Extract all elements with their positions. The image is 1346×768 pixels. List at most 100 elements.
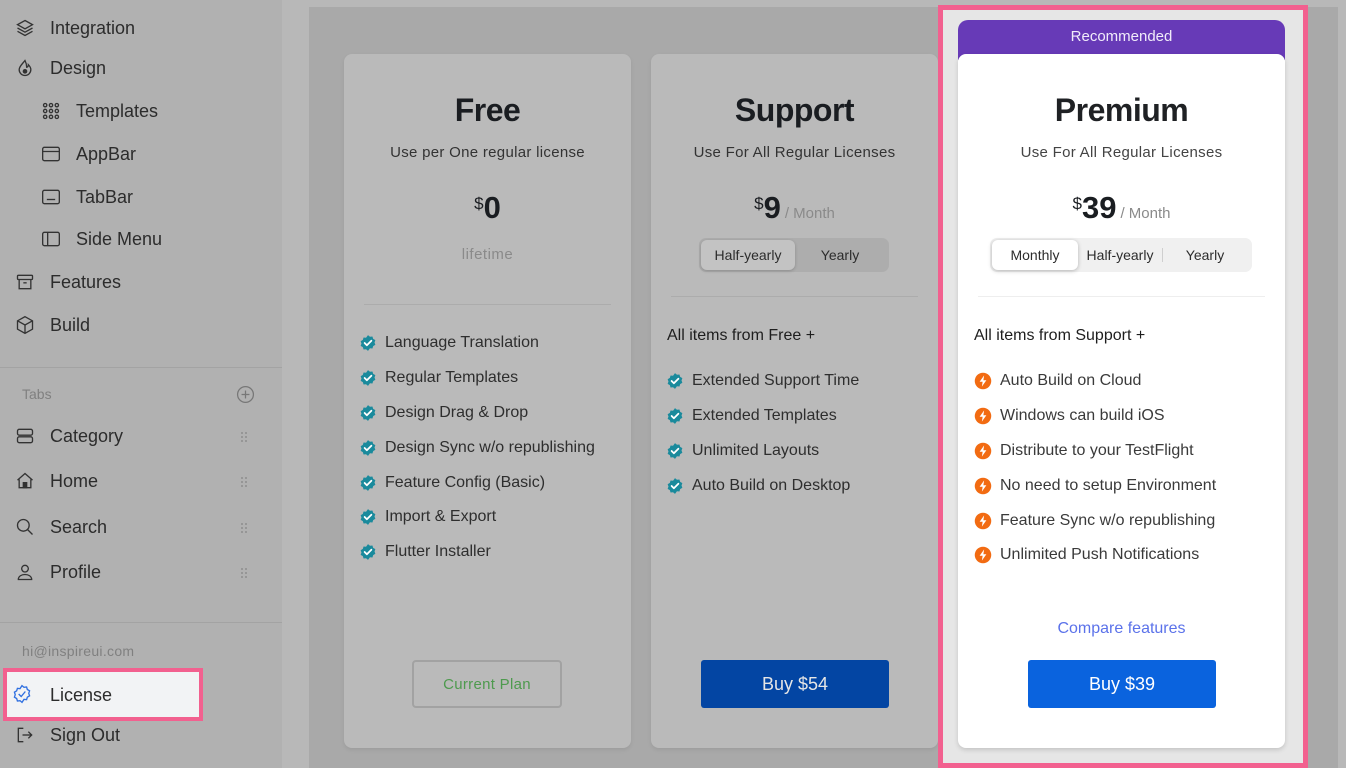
appbar-icon xyxy=(40,143,62,165)
sidebar-item-label: Side Menu xyxy=(76,228,163,249)
sidebar-item-templates[interactable]: Templates xyxy=(40,93,158,129)
billing-toggle: Monthly Half-yearly Yearly xyxy=(990,238,1252,272)
feature-item: Regular Templates xyxy=(359,361,595,396)
layers-icon xyxy=(14,17,36,39)
drag-handle-icon[interactable] xyxy=(240,431,248,443)
sidebar-item-sign-out[interactable]: Sign Out xyxy=(14,717,120,753)
billing-option-yearly[interactable]: Yearly xyxy=(1163,240,1247,270)
tab-item-label: Profile xyxy=(50,561,102,582)
feature-label: Design Drag & Drop xyxy=(385,403,529,421)
feature-label: Unlimited Layouts xyxy=(692,441,820,459)
sidebar-item-build[interactable]: Build xyxy=(14,307,90,343)
plan-subtitle: Use For All Regular Licenses xyxy=(1020,144,1223,161)
tab-item-label: Search xyxy=(50,516,108,537)
price-period: / Month xyxy=(1120,205,1171,222)
bolt-icon xyxy=(974,477,992,495)
plan-card-free: Free Use per One regular license $0 life… xyxy=(344,54,631,748)
verified-check-icon xyxy=(667,373,683,390)
verified-check-icon xyxy=(360,474,376,491)
feature-item: Flutter Installer xyxy=(359,535,595,570)
sidebar-item-license[interactable]: License xyxy=(12,676,112,714)
feature-item: Language Translation xyxy=(359,326,595,361)
price-amount: 0 xyxy=(483,190,501,225)
verified-badge-icon xyxy=(12,684,34,706)
billing-option-monthly[interactable]: Monthly xyxy=(992,240,1078,270)
sidebar-item-label: Design xyxy=(50,57,107,78)
drag-handle-icon[interactable] xyxy=(240,522,248,534)
billing-option-yearly[interactable]: Yearly xyxy=(795,240,885,270)
tab-item-category[interactable]: Category xyxy=(14,418,123,454)
feature-label: Language Translation xyxy=(385,334,539,352)
billing-option-half-yearly[interactable]: Half-yearly xyxy=(1078,240,1162,270)
feature-list: Extended Support Time Extended Templates U… xyxy=(666,364,859,503)
plan-period-note: lifetime xyxy=(461,246,514,263)
plan-subtitle: Use For All Regular Licenses xyxy=(693,144,896,161)
feature-label: Auto Build on Cloud xyxy=(1000,372,1142,390)
feature-item: Design Sync w/o republishing xyxy=(359,430,595,465)
feature-item: Unlimited Layouts xyxy=(666,434,859,469)
feature-label: Design Sync w/o republishing xyxy=(385,438,595,456)
add-tab-icon[interactable] xyxy=(236,385,255,404)
compare-features-link[interactable]: Compare features xyxy=(958,620,1285,638)
feature-list: Auto Build on Cloud Windows can build iOS… xyxy=(974,364,1216,573)
feature-label: Distribute to your TestFlight xyxy=(1000,441,1194,459)
plan-subtitle: Use per One regular license xyxy=(390,144,585,161)
drag-handle-icon[interactable] xyxy=(240,567,248,579)
feature-item: Design Drag & Drop xyxy=(359,396,595,431)
sidebar-item-label: Integration xyxy=(50,17,136,38)
currency-symbol: $ xyxy=(754,194,764,213)
verified-check-icon xyxy=(667,477,683,494)
sidebar-divider xyxy=(0,367,282,368)
bolt-icon xyxy=(974,547,992,564)
currency-symbol: $ xyxy=(1072,194,1082,213)
plan-divider xyxy=(978,296,1265,297)
current-plan-button[interactable]: Current Plan xyxy=(412,660,562,708)
sidebar-item-label: Build xyxy=(50,314,91,335)
archive-icon xyxy=(14,271,36,293)
feature-label: Extended Templates xyxy=(692,407,837,425)
price-amount: 39 xyxy=(1081,190,1117,225)
sidebar-item-label: Features xyxy=(50,271,122,292)
grid-dots-icon xyxy=(40,100,62,122)
tabs-section-label: Tabs xyxy=(22,386,52,402)
buy-premium-button[interactable]: Buy $39 xyxy=(1028,660,1216,708)
plan-card-premium: Premium Use For All Regular Licenses $39… xyxy=(958,54,1285,748)
sidebar-item-side-menu[interactable]: Side Menu xyxy=(40,221,162,257)
sidebar-item-features[interactable]: Features xyxy=(14,264,121,300)
tab-item-home[interactable]: Home xyxy=(14,463,98,499)
main-right-gutter xyxy=(1338,0,1346,768)
price-amount: 9 xyxy=(763,190,781,225)
price-period: / Month xyxy=(784,205,835,222)
tab-item-profile[interactable]: Profile xyxy=(14,554,101,590)
drag-handle-icon[interactable] xyxy=(240,476,248,488)
user-email: hi@inspireui.com xyxy=(22,643,135,659)
plan-price: $0 xyxy=(344,190,631,226)
sidebar-divider xyxy=(0,622,282,623)
sidebar-item-design[interactable]: Design xyxy=(14,50,106,86)
tab-item-search[interactable]: Search xyxy=(14,509,107,545)
verified-check-icon xyxy=(360,405,376,421)
billing-option-half-yearly[interactable]: Half-yearly xyxy=(701,240,795,270)
feature-item: Auto Build on Cloud xyxy=(974,364,1216,399)
feature-label: Flutter Installer xyxy=(385,543,491,561)
verified-check-icon xyxy=(360,370,376,387)
verified-check-icon xyxy=(667,443,683,459)
main-gutter xyxy=(282,0,309,768)
sidebar-item-tabbar[interactable]: TabBar xyxy=(40,179,133,215)
feature-label: Import & Export xyxy=(385,508,497,526)
buy-support-button[interactable]: Buy $54 xyxy=(701,660,889,708)
tabbar-icon xyxy=(40,186,62,208)
feature-item: Import & Export xyxy=(359,500,595,535)
plan-divider xyxy=(671,296,918,297)
feature-label: Feature Config (Basic) xyxy=(385,473,546,491)
features-heading: All items from Support + xyxy=(974,327,1146,344)
feature-label: Extended Support Time xyxy=(692,372,860,390)
plan-title: Free xyxy=(454,92,521,128)
category-icon xyxy=(14,425,36,447)
feature-label: No need to setup Environment xyxy=(1000,476,1217,494)
plan-title: Support xyxy=(734,92,855,128)
side-menu-icon xyxy=(40,228,62,250)
features-heading: All items from Free + xyxy=(667,327,816,344)
sidebar-item-integration[interactable]: Integration xyxy=(14,10,135,46)
sidebar-item-appbar[interactable]: AppBar xyxy=(40,136,136,172)
